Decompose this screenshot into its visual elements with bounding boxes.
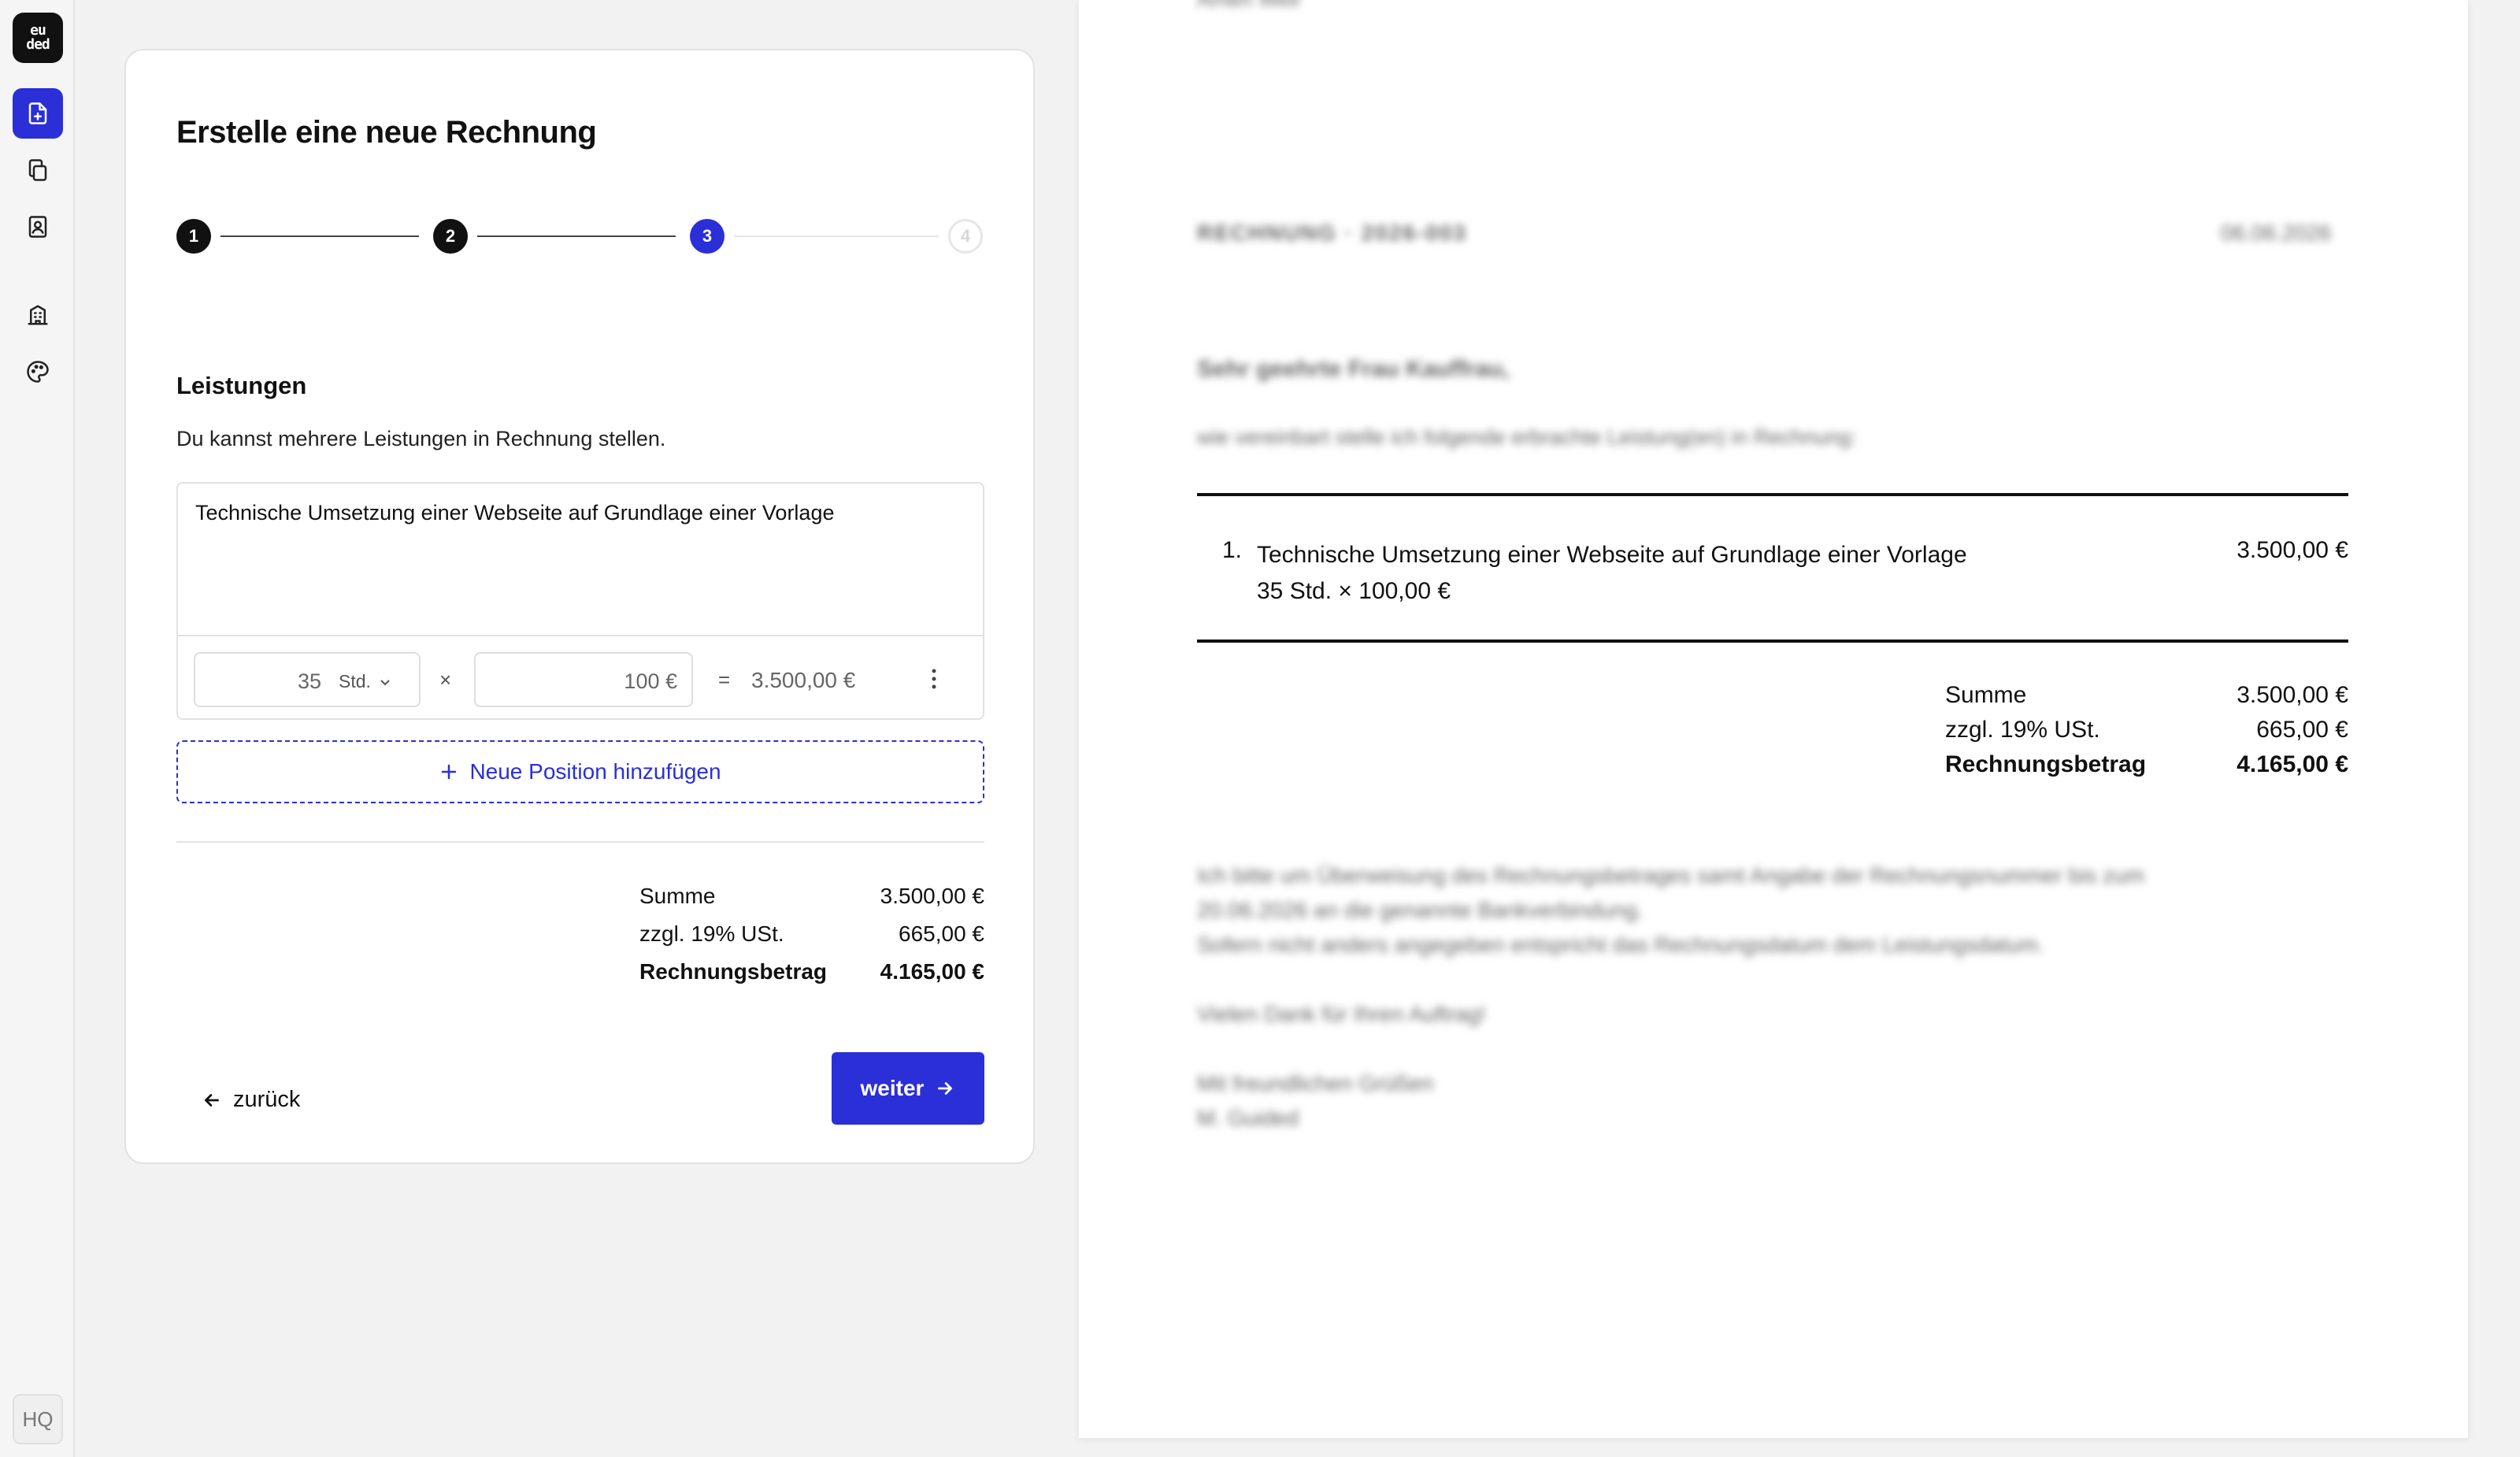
preview-closing-line: 20.06.2026 an die genannte Bankverbindun… xyxy=(1197,898,1644,922)
preview-item-number: 1. xyxy=(1222,537,1243,563)
back-button[interactable]: zurück xyxy=(202,1087,300,1113)
quantity-field[interactable]: 35 Std. xyxy=(194,652,421,707)
preview-sum-row: Summe 3.500,00 € xyxy=(1945,682,2348,717)
preview-item-description: Technische Umsetzung einer Webseite auf … xyxy=(1257,542,1967,568)
line-total: 3.500,00 € xyxy=(751,668,856,692)
nav-documents[interactable] xyxy=(13,145,63,195)
preview-closing-line: Vielen Dank für Ihren Auftrag! xyxy=(1197,1002,1486,1026)
page-title: Erstelle eine neue Rechnung xyxy=(176,115,597,150)
divider xyxy=(176,841,984,843)
vat-label: zzgl. 19% USt. xyxy=(639,921,784,946)
step-2[interactable]: 2 xyxy=(433,219,468,254)
step-connector xyxy=(477,235,676,237)
step-connector xyxy=(220,235,419,237)
price-value: 100 € xyxy=(624,669,677,693)
total-row: Rechnungsbetrag 4.165,00 € xyxy=(639,959,984,997)
preview-vat-row: zzgl. 19% USt. 665,00 € xyxy=(1945,717,2348,751)
sum-row: Summe 3.500,00 € xyxy=(639,884,984,921)
add-position-button[interactable]: Neue Position hinzufügen xyxy=(176,740,984,803)
nav-new-invoice[interactable] xyxy=(13,88,63,139)
preview-sum-label: Summe xyxy=(1945,682,2027,708)
preview-closing-line xyxy=(1197,1032,2144,1066)
plus-icon xyxy=(442,764,457,780)
next-button[interactable]: weiter xyxy=(832,1052,984,1125)
preview-item-amount: 3.500,00 € xyxy=(2236,537,2348,563)
preview-total-value: 4.165,00 € xyxy=(2236,751,2348,777)
preview-greeting: Sehr geehrte Frau Kauffrau, xyxy=(1197,356,1510,382)
preview-closing-line: Sofern nicht anders angegeben entspricht… xyxy=(1197,932,2044,957)
arrow-left-icon xyxy=(205,1093,219,1107)
preview-vat-value: 665,00 € xyxy=(2256,717,2348,743)
preview-closing-line xyxy=(1197,962,2144,997)
preview-closing-line: Ich bitte um Überweisung des Rechnungsbe… xyxy=(1197,863,2145,888)
unit-select[interactable]: Std. xyxy=(339,671,391,692)
unit-value: Std. xyxy=(339,671,371,691)
palette-icon xyxy=(27,361,49,383)
more-options-button[interactable] xyxy=(918,662,950,696)
position-description-input[interactable]: Technische Umsetzung einer Webseite auf … xyxy=(195,501,834,525)
preview-rule xyxy=(1197,493,2348,496)
preview-sum-value: 3.500,00 € xyxy=(2236,682,2348,708)
building-icon xyxy=(28,305,48,325)
preview-heading: RECHNUNG · 2026-003 xyxy=(1197,221,1467,245)
equals-sign: = xyxy=(718,668,731,691)
chevron-down-icon xyxy=(380,679,390,685)
step-3[interactable]: 3 xyxy=(690,219,724,254)
copy-icon xyxy=(28,159,47,181)
add-position-label: Neue Position hinzufügen xyxy=(469,759,721,784)
invoice-form-card: Erstelle eine neue Rechnung 1 2 3 4 Leis… xyxy=(124,49,1035,1164)
back-label: zurück xyxy=(233,1087,301,1112)
preview-item: Technische Umsetzung einer Webseite auf … xyxy=(1257,537,1967,610)
vat-row: zzgl. 19% USt. 665,00 € xyxy=(639,921,984,959)
next-label: weiter xyxy=(860,1076,925,1100)
nav-company[interactable] xyxy=(13,290,63,340)
workspace-switcher[interactable]: HQ xyxy=(13,1394,63,1444)
stepper: 1 2 3 4 xyxy=(176,219,984,257)
section-title: Leistungen xyxy=(176,372,307,399)
vat-value: 665,00 € xyxy=(899,921,984,946)
preview-closing: Ich bitte um Überweisung des Rechnungsbe… xyxy=(1197,858,2144,1136)
arrow-right-icon xyxy=(938,1082,953,1095)
price-field[interactable]: 100 € xyxy=(474,652,693,707)
preview-rule xyxy=(1197,640,2348,643)
preview-total-row: Rechnungsbetrag 4.165,00 € xyxy=(1945,751,2348,786)
preview-closing-line: Mit freundlichen Grüßen xyxy=(1197,1071,1434,1096)
total-value: 4.165,00 € xyxy=(880,959,984,984)
invoice-preview: Amen Weil RECHNUNG · 2026-003 06.06.2026… xyxy=(1079,0,2468,1438)
preview-date: 06.06.2026 xyxy=(2221,221,2332,245)
preview-total-label: Rechnungsbetrag xyxy=(1945,751,2147,777)
sum-label: Summe xyxy=(639,884,716,908)
position-item: Technische Umsetzung einer Webseite auf … xyxy=(176,482,984,720)
divider xyxy=(178,635,983,636)
nav-contacts[interactable] xyxy=(13,202,63,252)
logo-line-2: ded xyxy=(26,36,50,53)
total-label: Rechnungsbetrag xyxy=(639,959,828,984)
section-description: Du kannst mehrere Leistungen in Rechnung… xyxy=(176,427,666,450)
step-1[interactable]: 1 xyxy=(176,219,211,254)
preview-vat-label: zzgl. 19% USt. xyxy=(1945,717,2100,743)
preview-totals: Summe 3.500,00 € zzgl. 19% USt. 665,00 €… xyxy=(1945,682,2348,786)
more-vertical-icon xyxy=(932,669,936,689)
preview-closing-line: M. Guided xyxy=(1197,1106,1299,1130)
multiply-sign: × xyxy=(439,668,452,691)
sidebar: eu ded HQ xyxy=(0,0,75,1457)
preview-top-text: Amen Weil xyxy=(1197,0,1299,12)
contact-book-icon xyxy=(28,216,47,238)
file-plus-icon xyxy=(28,102,47,124)
step-connector xyxy=(734,235,939,237)
preview-item-detail: 35 Std. × 100,00 € xyxy=(1257,578,1451,604)
step-4: 4 xyxy=(948,219,983,254)
app-logo[interactable]: eu ded xyxy=(13,13,63,63)
quantity-value: 35 xyxy=(297,669,321,693)
sum-value: 3.500,00 € xyxy=(880,884,984,908)
totals-summary: Summe 3.500,00 € zzgl. 19% USt. 665,00 €… xyxy=(639,884,984,997)
nav-theme[interactable] xyxy=(13,347,63,397)
preview-intro: wie vereinbart stelle ich folgende erbra… xyxy=(1197,425,1857,449)
